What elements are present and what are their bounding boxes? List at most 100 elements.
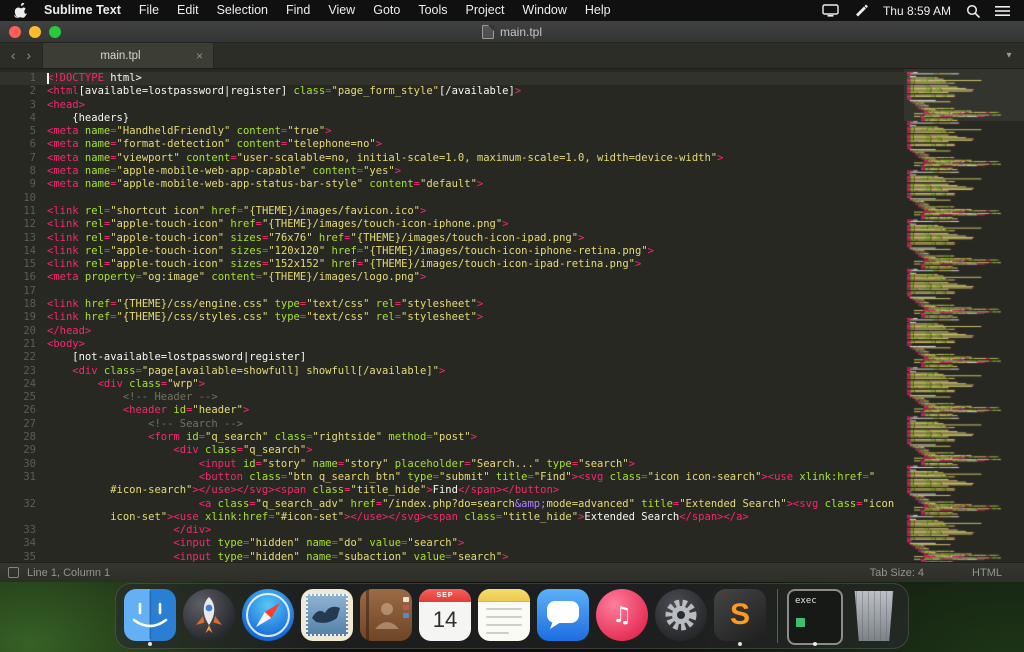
code-line[interactable]: 10: [0, 192, 904, 205]
display-airplay-icon[interactable]: [822, 4, 839, 17]
minimap[interactable]: [904, 69, 1024, 562]
code-line[interactable]: 4 {headers}: [0, 112, 904, 125]
code-line[interactable]: 26 <header id="header">: [0, 404, 904, 417]
editor-viewport[interactable]: 1 <!DOCTYPE html> 2 <html[available=lostpas…: [0, 69, 1024, 562]
spotlight-search-icon[interactable]: [966, 4, 980, 18]
tab-overflow-menu-icon[interactable]: ▾: [994, 43, 1024, 68]
line-number: 17: [23, 284, 36, 297]
music-note-glyph: ♫: [612, 602, 632, 628]
code-line[interactable]: 12 <link rel="apple-touch-icon" href="{TH…: [0, 218, 904, 231]
code-line[interactable]: 16 <meta property="og:image" content="{TH…: [0, 271, 904, 284]
menu-item-view[interactable]: View: [319, 0, 364, 21]
code-line[interactable]: 5 <meta name="HandheldFriendly" content="…: [0, 125, 904, 138]
close-window-button[interactable]: [9, 26, 21, 38]
code-line[interactable]: 24 <div class="wrp">: [0, 378, 904, 391]
notification-center-icon[interactable]: [995, 5, 1010, 17]
code-area[interactable]: 1 <!DOCTYPE html> 2 <html[available=lostpas…: [0, 72, 904, 562]
code-line[interactable]: 13 <link rel="apple-touch-icon" sizes="76…: [0, 232, 904, 245]
code-line[interactable]: 19 <link href="{THEME}/css/styles.css" ty…: [0, 311, 904, 324]
menu-item-file[interactable]: File: [130, 0, 168, 21]
code-line[interactable]: 17: [0, 285, 904, 298]
code-line[interactable]: 7 <meta name="viewport" content="user-sca…: [0, 152, 904, 165]
code-line[interactable]: 1 <!DOCTYPE html>: [0, 72, 904, 86]
menu-bar-clock[interactable]: Thu 8:59 AM: [883, 4, 951, 18]
dock-notes[interactable]: [478, 587, 530, 645]
code-line[interactable]: 33 </div>: [0, 524, 904, 537]
code-line[interactable]: 22 [not-available=lostpassword|register]: [0, 351, 904, 364]
code-line[interactable]: 30 <input id="story" name="story" placeho…: [0, 458, 904, 471]
menu-item-selection[interactable]: Selection: [208, 0, 277, 21]
dock-sublime-text[interactable]: S: [714, 587, 766, 646]
pen-tool-icon[interactable]: [854, 4, 868, 18]
tab-nav-back-icon[interactable]: ‹: [11, 43, 16, 68]
code-line[interactable]: 11 <link rel="shortcut icon" href="{THEME…: [0, 205, 904, 218]
code-line[interactable]: 18 <link href="{THEME}/css/engine.css" ty…: [0, 298, 904, 311]
code-line[interactable]: 35 <input type="hidden" name="subaction" …: [0, 551, 904, 562]
dock-contacts[interactable]: [360, 587, 412, 645]
tab-navigation: ‹ ›: [0, 43, 43, 68]
window-controls: [9, 26, 61, 38]
dock-system-preferences[interactable]: [655, 587, 707, 645]
line-number: 9: [29, 178, 36, 191]
menu-item-sublime-text[interactable]: Sublime Text: [35, 0, 130, 21]
code-line[interactable]: 15 <link rel="apple-touch-icon" sizes="15…: [0, 258, 904, 271]
menu-item-project[interactable]: Project: [457, 0, 514, 21]
code-line[interactable]: 2 <html[available=lostpassword|register] …: [0, 85, 904, 98]
line-number: 22: [23, 351, 36, 364]
title-bar[interactable]: main.tpl: [0, 21, 1024, 43]
dock-safari[interactable]: [242, 587, 294, 645]
line-number: 28: [23, 431, 36, 444]
dock-mail[interactable]: [301, 587, 353, 645]
code-line[interactable]: 25 <!-- Header -->: [0, 391, 904, 404]
code-line[interactable]: 3 <head>: [0, 99, 904, 112]
tab-size-indicator[interactable]: Tab Size: 4: [870, 567, 924, 579]
code-line[interactable]: 14 <link rel="apple-touch-icon" sizes="12…: [0, 245, 904, 258]
vintage-mode-icon[interactable]: [8, 567, 19, 578]
code-line[interactable]: 20 </head>: [0, 325, 904, 338]
mail-stamp-icon: [301, 589, 353, 641]
code-line[interactable]: icon-set"><use xlink:href="#icon-set"></…: [0, 511, 904, 524]
line-number: 10: [23, 191, 36, 204]
code-line[interactable]: 34 <input type="hidden" name="do" value="…: [0, 537, 904, 550]
tab-nav-forward-icon[interactable]: ›: [26, 43, 31, 68]
code-line[interactable]: 9 <meta name="apple-mobile-web-app-status…: [0, 178, 904, 191]
dock-finder[interactable]: [124, 587, 176, 646]
finder-icon: [124, 589, 176, 641]
code-line[interactable]: 32 <a class="q_search_adv" href="/index.p…: [0, 498, 904, 511]
menu-bar-status-items: Thu 8:59 AM: [822, 4, 1018, 18]
menu-item-find[interactable]: Find: [277, 0, 319, 21]
tab-close-icon[interactable]: ×: [196, 49, 203, 63]
code-line[interactable]: 23 <div class="page[available=showfull] s…: [0, 365, 904, 378]
line-number: [0, 484, 47, 497]
syntax-indicator[interactable]: HTML: [972, 567, 1002, 579]
dock-itunes[interactable]: ♫: [596, 587, 648, 645]
code-line[interactable]: #icon-search"></use></svg><span class="t…: [0, 484, 904, 497]
menu-item-edit[interactable]: Edit: [168, 0, 208, 21]
menu-item-window[interactable]: Window: [513, 0, 575, 21]
document-proxy-icon[interactable]: [481, 24, 494, 39]
apple-menu[interactable]: [6, 3, 35, 18]
minimize-window-button[interactable]: [29, 26, 41, 38]
sublime-text-window: main.tpl ‹ › main.tpl × ▾ 1 <!DOCTYPE htm…: [0, 21, 1024, 582]
minimap-viewport-indicator[interactable]: [904, 69, 1024, 121]
code-line[interactable]: 21 <body>: [0, 338, 904, 351]
dock-exec-terminal[interactable]: exec: [787, 587, 843, 646]
tab-main-tpl[interactable]: main.tpl ×: [43, 43, 214, 68]
code-line[interactable]: 29 <div class="q_search">: [0, 444, 904, 457]
code-line[interactable]: 6 <meta name="format-detection" content="…: [0, 138, 904, 151]
zoom-window-button[interactable]: [49, 26, 61, 38]
line-number: 19: [23, 311, 36, 324]
dock-calendar[interactable]: SEP 14: [419, 587, 471, 645]
dock-trash[interactable]: [848, 587, 900, 645]
code-line[interactable]: 27 <!-- Search -->: [0, 418, 904, 431]
launchpad-icon: [183, 589, 235, 641]
code-line[interactable]: 8 <meta name="apple-mobile-web-app-capabl…: [0, 165, 904, 178]
menu-item-goto[interactable]: Goto: [364, 0, 409, 21]
dock-messages[interactable]: [537, 587, 589, 645]
menu-item-help[interactable]: Help: [576, 0, 620, 21]
code-line[interactable]: 31 <button class="btn q_search_btn" type=…: [0, 471, 904, 484]
menu-item-tools[interactable]: Tools: [409, 0, 456, 21]
dock-launchpad[interactable]: [183, 587, 235, 645]
code-line[interactable]: 28 <form id="q_search" class="rightside" …: [0, 431, 904, 444]
itunes-icon: ♫: [596, 589, 648, 641]
